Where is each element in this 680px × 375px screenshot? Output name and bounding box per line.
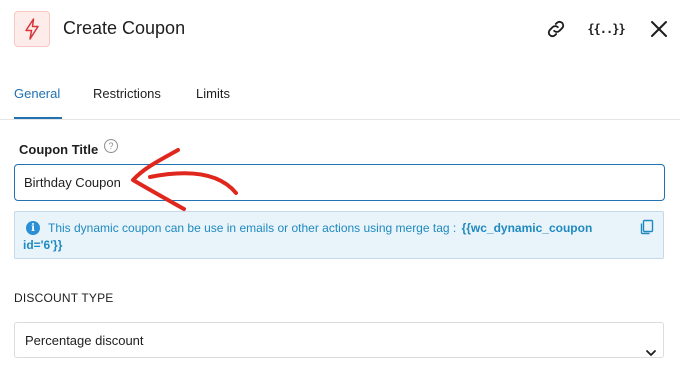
merge-tags-icon[interactable]: {{..}}	[587, 17, 625, 41]
help-icon[interactable]: ?	[104, 139, 118, 153]
chevron-down-icon	[646, 350, 656, 357]
active-tab-indicator	[14, 117, 62, 119]
tab-limits[interactable]: Limits	[196, 86, 230, 101]
notice-lead: This dynamic coupon can be use in emails…	[48, 221, 457, 235]
panel-header: Create Coupon {{..}}	[0, 0, 680, 60]
merge-tag-code: {{wc_dynamic_coupon	[461, 221, 593, 235]
info-icon: i	[26, 221, 40, 235]
discount-type-label: DISCOUNT TYPE	[14, 291, 114, 305]
page-title: Create Coupon	[63, 18, 186, 38]
create-coupon-panel: Create Coupon {{..}} General Restriction…	[0, 0, 680, 375]
coupon-title-input[interactable]	[14, 164, 665, 201]
link-icon[interactable]	[544, 17, 568, 41]
tab-restrictions[interactable]: Restrictions	[93, 86, 161, 101]
discount-type-select[interactable]: Percentage discount	[14, 322, 664, 358]
bolt-icon	[14, 11, 50, 47]
coupon-title-label: Coupon Title	[19, 142, 99, 157]
merge-tag-notice: i This dynamic coupon can be use in emai…	[14, 211, 664, 259]
merge-tag-code-id: id='6'}}	[23, 238, 63, 252]
copy-icon[interactable]	[639, 219, 655, 235]
close-icon[interactable]	[648, 17, 670, 41]
tab-bar: General Restrictions Limits	[0, 76, 680, 120]
notice-text: This dynamic coupon can be use in emails…	[23, 220, 626, 252]
discount-type-value: Percentage discount	[25, 333, 144, 348]
tab-general[interactable]: General	[14, 86, 60, 101]
